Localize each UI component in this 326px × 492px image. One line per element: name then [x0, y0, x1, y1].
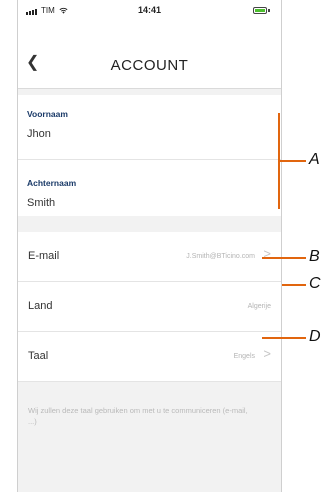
callout-a: A	[309, 151, 320, 168]
callout-c: C	[309, 275, 321, 292]
email-value: J.Smith@BTicino.com	[186, 253, 255, 260]
last-name-value: Smith	[27, 197, 56, 209]
last-name-field[interactable]: Achternaam Smith	[27, 178, 76, 209]
country-value: Algerije	[247, 303, 271, 310]
callout-line-b	[262, 257, 306, 259]
language-row[interactable]: Taal Engels >	[18, 332, 281, 382]
status-time: 14:41	[137, 5, 162, 15]
page-title: ACCOUNT	[110, 57, 189, 74]
first-name-label: Voornaam	[27, 109, 68, 119]
chevron-right-icon: >	[263, 346, 271, 361]
country-row[interactable]: Land Algerije	[18, 282, 281, 332]
battery-cap	[268, 9, 270, 12]
callout-d: D	[309, 328, 321, 345]
status-bar: TIM 14:41	[18, 0, 281, 26]
first-name-value: Jhon	[27, 128, 51, 140]
language-note: Wij zullen deze taal gebruiken om met u …	[28, 406, 248, 427]
name-card: Voornaam Jhon Achternaam Smith	[18, 95, 281, 216]
callout-line-c	[282, 284, 306, 286]
callout-line-d	[262, 337, 306, 339]
divider	[18, 159, 281, 160]
email-row[interactable]: E-mail J.Smith@BTicino.com >	[18, 232, 281, 282]
callout-b: B	[309, 248, 320, 265]
phone-screen: TIM 14:41 ❮ ACCOUNT Voornaam Jhon Achter…	[17, 0, 282, 492]
language-label: Taal	[28, 350, 49, 362]
callout-line-a	[280, 160, 306, 162]
first-name-field[interactable]: Voornaam Jhon	[27, 109, 68, 140]
battery-icon	[253, 7, 267, 14]
country-label: Land	[28, 300, 53, 312]
email-label: E-mail	[28, 250, 60, 262]
last-name-label: Achternaam	[27, 178, 77, 188]
language-value: Engels	[233, 353, 255, 360]
nav-bar: ❮ ACCOUNT	[18, 26, 281, 89]
